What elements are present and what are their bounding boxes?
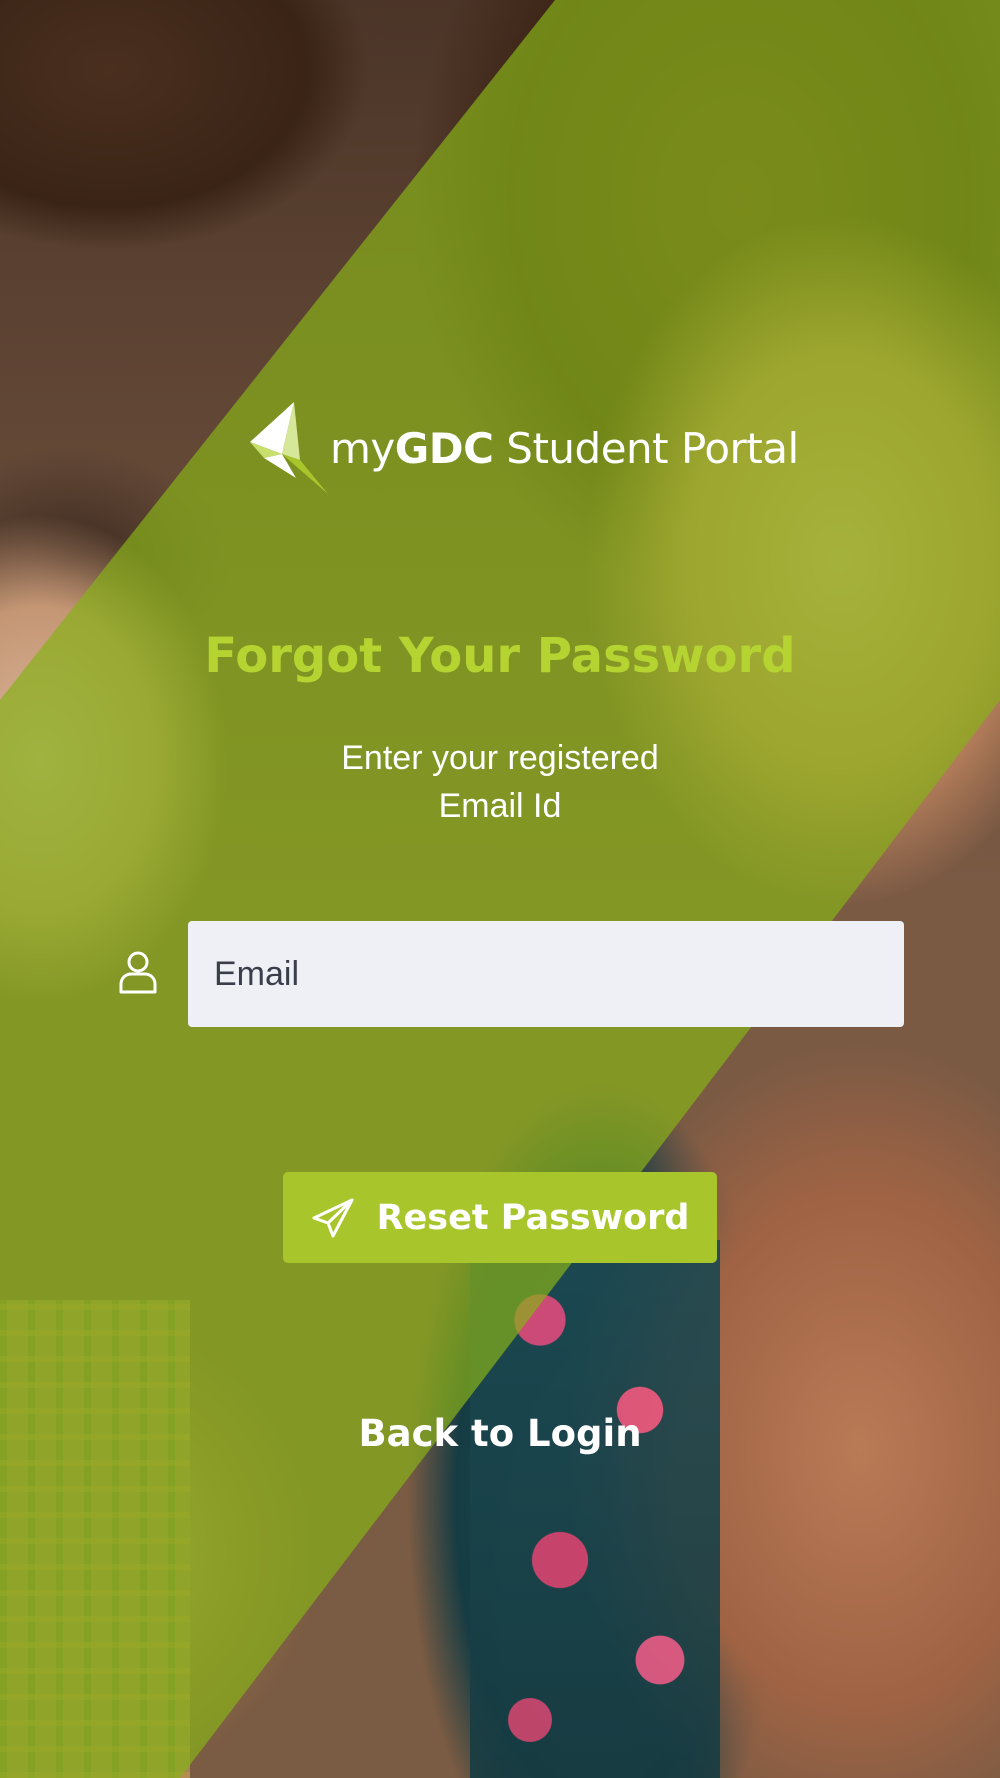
- email-input[interactable]: [188, 921, 904, 1027]
- paper-plane-icon: [312, 1198, 354, 1237]
- user-icon: [119, 951, 157, 994]
- gdc-logo-icon: [250, 402, 328, 494]
- instruction-text: Enter your registered Email Id: [341, 739, 659, 825]
- page-title: Forgot Your Password: [204, 628, 796, 684]
- reset-password-button[interactable]: Reset Password: [283, 1172, 717, 1263]
- portal-name: myGDC Student Portal: [330, 423, 799, 473]
- reset-password-label: Reset Password: [376, 1197, 690, 1238]
- logo: myGDC Student Portal: [242, 402, 799, 494]
- back-to-login-link[interactable]: Back to Login: [0, 1412, 1000, 1455]
